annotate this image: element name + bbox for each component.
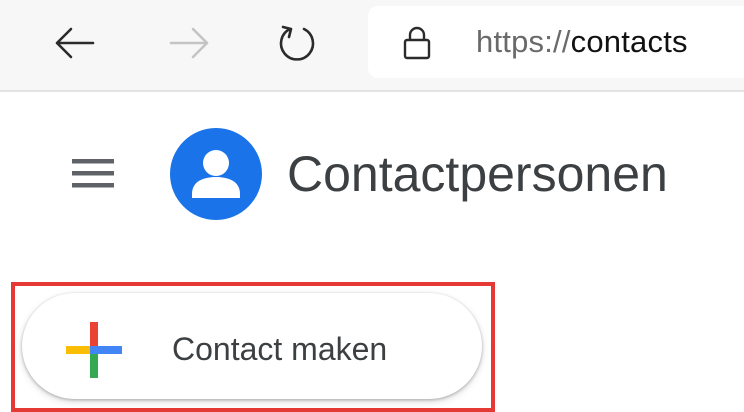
create-contact-label: Contact maken [172,331,388,367]
url-text: https://contacts [476,23,688,61]
arrow-left-icon [55,27,95,59]
create-contact-button[interactable]: Contact maken [22,293,482,399]
contacts-logo-icon[interactable] [170,128,262,220]
app-title: Contactpersonen [287,146,668,202]
forward-button[interactable] [160,14,218,72]
main-menu-button[interactable] [64,150,122,196]
refresh-icon [279,25,315,61]
app-header: Contactpersonen [0,100,744,250]
browser-toolbar: https://contacts [0,0,744,92]
url-host: contacts [570,24,688,59]
hamburger-menu-icon [72,159,114,188]
plus-icon [66,322,122,378]
refresh-button[interactable] [268,14,326,72]
lock-icon [402,25,432,61]
back-button[interactable] [46,14,104,72]
url-scheme: https:// [476,24,571,59]
address-bar[interactable]: https://contacts [368,6,744,78]
arrow-right-icon [169,27,209,59]
